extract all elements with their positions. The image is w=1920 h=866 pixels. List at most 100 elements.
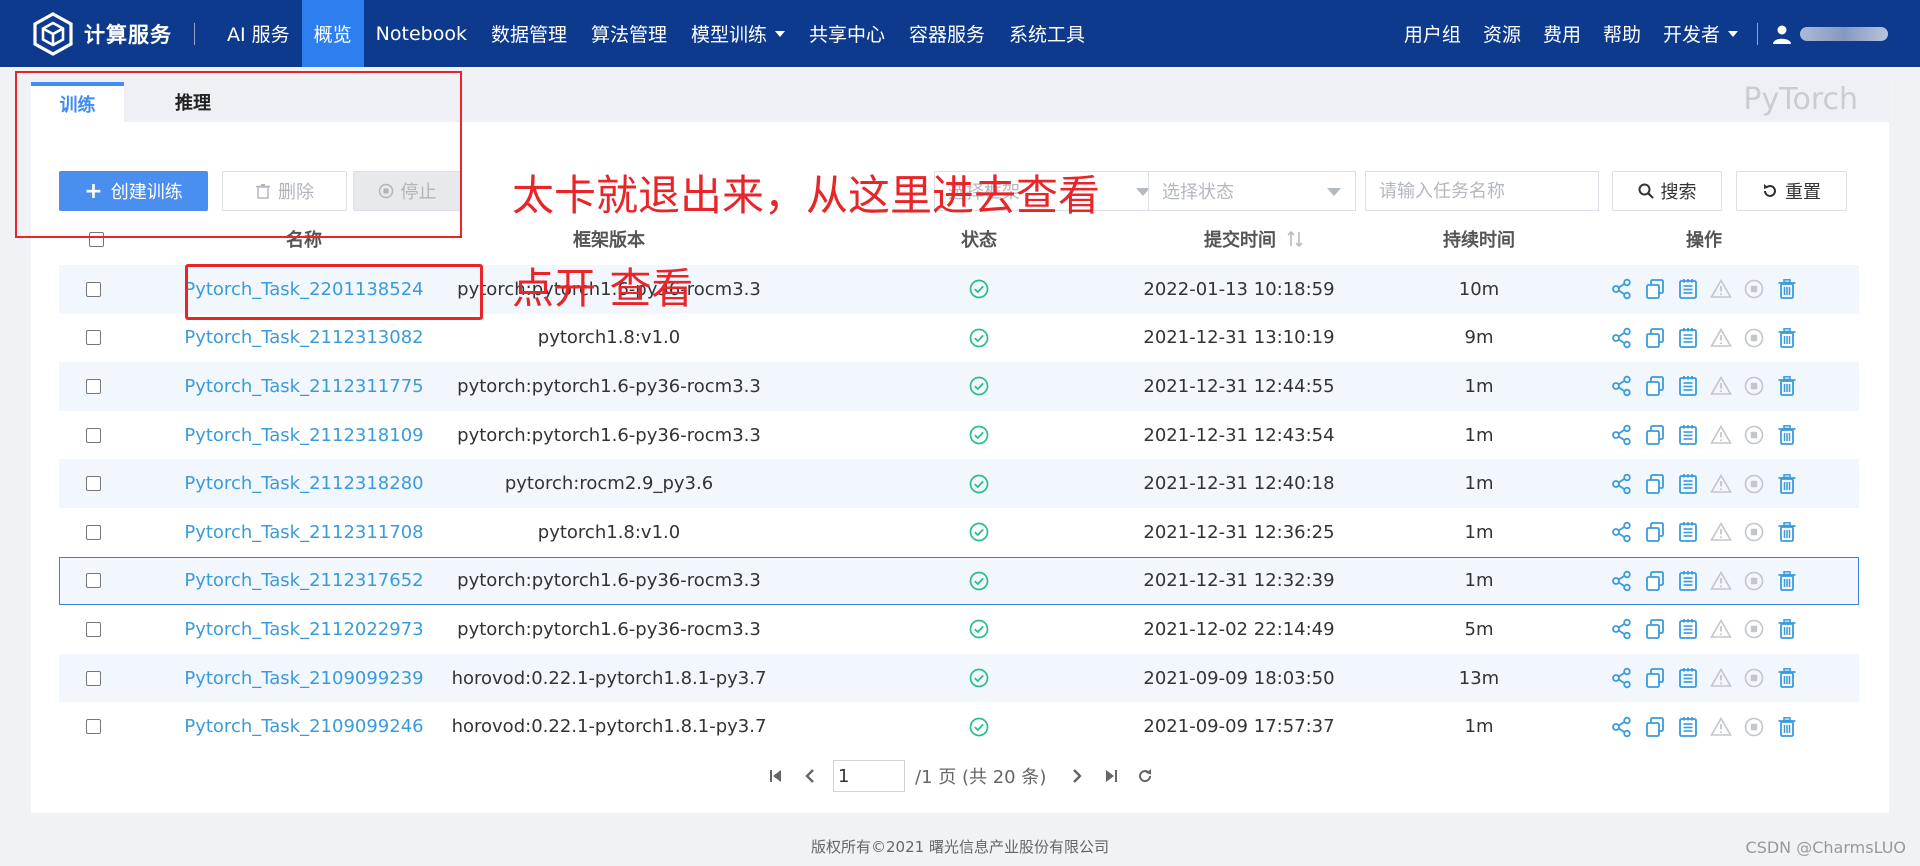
nav-right-item-0[interactable]: 用户组 xyxy=(1393,0,1472,67)
task-name-link[interactable]: Pytorch_Task_2112022973 xyxy=(159,605,449,654)
log-icon[interactable] xyxy=(1677,473,1699,495)
trash-icon[interactable] xyxy=(1776,327,1798,349)
log-icon[interactable] xyxy=(1677,618,1699,640)
trash-icon[interactable] xyxy=(1776,667,1798,689)
table-row[interactable]: Pytorch_Task_2109099239 horovod:0.22.1-py… xyxy=(59,653,1859,703)
log-icon[interactable] xyxy=(1677,278,1699,300)
share-icon[interactable] xyxy=(1611,667,1633,689)
nav-right-item-2[interactable]: 费用 xyxy=(1532,0,1592,67)
copy-icon[interactable] xyxy=(1644,667,1666,689)
prev-page-icon[interactable] xyxy=(801,767,819,785)
log-icon[interactable] xyxy=(1677,424,1699,446)
table-row[interactable]: Pytorch_Task_2112311775 pytorch:pytorch1.… xyxy=(59,362,1859,411)
table-row[interactable]: Pytorch_Task_2112318109 pytorch:pytorch1.… xyxy=(59,411,1859,460)
task-name-link[interactable]: Pytorch_Task_2112313082 xyxy=(159,314,449,363)
share-icon[interactable] xyxy=(1611,327,1633,349)
submit-time: 2021-12-31 12:40:18 xyxy=(1143,473,1335,495)
trash-icon[interactable] xyxy=(1776,278,1798,300)
refresh-icon[interactable] xyxy=(1136,767,1154,785)
status-select[interactable]: 选择状态 xyxy=(1148,171,1356,211)
task-name-link[interactable]: Pytorch_Task_2112311775 xyxy=(159,362,449,411)
copy-icon[interactable] xyxy=(1644,327,1666,349)
task-name-link[interactable]: Pytorch_Task_2109099246 xyxy=(159,702,449,751)
next-page-icon[interactable] xyxy=(1068,767,1086,785)
share-icon[interactable] xyxy=(1611,716,1633,738)
row-checkbox[interactable] xyxy=(85,330,101,346)
task-name-link[interactable]: Pytorch_Task_2112318280 xyxy=(159,459,449,508)
nav-item-8[interactable]: 系统工具 xyxy=(997,0,1097,67)
row-checkbox[interactable] xyxy=(85,281,101,297)
row-checkbox[interactable] xyxy=(85,621,101,637)
nav-item-5[interactable]: 模型训练 xyxy=(679,0,797,67)
share-icon[interactable] xyxy=(1611,278,1633,300)
nav-right-item-4[interactable]: 开发者 xyxy=(1652,0,1749,67)
table-row[interactable]: Pytorch_Task_2112311708 pytorch1.8:v1.0 2… xyxy=(59,508,1859,557)
log-icon[interactable] xyxy=(1677,570,1699,592)
log-icon[interactable] xyxy=(1677,375,1699,397)
col-submit-time[interactable]: 提交时间 xyxy=(1089,223,1419,255)
page-input[interactable] xyxy=(833,760,905,792)
table-row[interactable]: Pytorch_Task_2109099246 horovod:0.22.1-py… xyxy=(59,702,1859,751)
log-icon[interactable] xyxy=(1677,327,1699,349)
copy-icon[interactable] xyxy=(1644,570,1666,592)
nav-item-4[interactable]: 算法管理 xyxy=(579,0,679,67)
row-checkbox[interactable] xyxy=(85,524,101,540)
copy-icon[interactable] xyxy=(1644,618,1666,640)
task-name-link[interactable]: Pytorch_Task_2112311708 xyxy=(159,508,449,557)
copy-icon[interactable] xyxy=(1644,375,1666,397)
trash-icon[interactable] xyxy=(1776,618,1798,640)
trash-icon[interactable] xyxy=(1776,424,1798,446)
copy-icon[interactable] xyxy=(1644,473,1666,495)
table-row[interactable]: Pytorch_Task_2112022973 pytorch:pytorch1.… xyxy=(59,605,1859,654)
task-name-link[interactable]: Pytorch_Task_2112318109 xyxy=(159,411,449,460)
task-name-input[interactable] xyxy=(1365,171,1599,211)
trash-icon[interactable] xyxy=(1776,570,1798,592)
row-checkbox[interactable] xyxy=(85,719,101,735)
row-checkbox[interactable] xyxy=(85,573,101,589)
log-icon[interactable] xyxy=(1677,716,1699,738)
nav-item-6[interactable]: 共享中心 xyxy=(797,0,897,67)
nav-item-7[interactable]: 容器服务 xyxy=(897,0,997,67)
row-checkbox[interactable] xyxy=(85,427,101,443)
copy-icon[interactable] xyxy=(1644,716,1666,738)
row-checkbox[interactable] xyxy=(85,670,101,686)
success-check-icon xyxy=(969,425,989,445)
log-icon[interactable] xyxy=(1677,667,1699,689)
row-checkbox[interactable] xyxy=(85,476,101,492)
trash-icon[interactable] xyxy=(1776,473,1798,495)
copy-icon[interactable] xyxy=(1644,424,1666,446)
nav-item-0[interactable]: AI 服务 xyxy=(215,0,302,67)
copy-icon[interactable] xyxy=(1644,521,1666,543)
framework-version: pytorch:pytorch1.6-py36-rocm3.3 xyxy=(457,375,761,397)
trash-icon[interactable] xyxy=(1776,521,1798,543)
log-icon[interactable] xyxy=(1677,521,1699,543)
share-icon[interactable] xyxy=(1611,473,1633,495)
success-check-icon xyxy=(969,377,989,396)
nav-item-1[interactable]: 概览 xyxy=(301,0,364,67)
task-name-link[interactable]: Pytorch_Task_2109099239 xyxy=(159,654,449,703)
brand-logo[interactable]: 计算服务 xyxy=(30,0,172,67)
first-page-icon[interactable] xyxy=(767,767,785,785)
nav-item-3[interactable]: 数据管理 xyxy=(479,0,579,67)
table-row[interactable]: Pytorch_Task_2112313082 pytorch1.8:v1.0 2… xyxy=(59,314,1859,363)
share-icon[interactable] xyxy=(1611,521,1633,543)
nav-item-2[interactable]: Notebook xyxy=(364,0,479,67)
share-icon[interactable] xyxy=(1611,424,1633,446)
nav-right-item-3[interactable]: 帮助 xyxy=(1592,0,1652,67)
share-icon[interactable] xyxy=(1611,375,1633,397)
copy-icon[interactable] xyxy=(1644,278,1666,300)
user-menu[interactable] xyxy=(1757,22,1888,45)
search-button[interactable]: 搜索 xyxy=(1612,171,1722,211)
reset-button[interactable]: 重置 xyxy=(1736,171,1847,211)
task-name-link[interactable]: Pytorch_Task_2112317652 xyxy=(159,557,449,606)
trash-icon[interactable] xyxy=(1776,716,1798,738)
table-row[interactable]: Pytorch_Task_2112317652 pytorch:pytorch1.… xyxy=(59,556,1859,606)
last-page-icon[interactable] xyxy=(1102,767,1120,785)
nav-right-item-1[interactable]: 资源 xyxy=(1472,0,1532,67)
share-icon[interactable] xyxy=(1611,618,1633,640)
share-icon[interactable] xyxy=(1611,570,1633,592)
trash-icon[interactable] xyxy=(1776,375,1798,397)
status-cell xyxy=(929,605,1029,654)
table-row[interactable]: Pytorch_Task_2112318280 pytorch:rocm2.9_p… xyxy=(59,459,1859,508)
row-checkbox[interactable] xyxy=(85,378,101,394)
